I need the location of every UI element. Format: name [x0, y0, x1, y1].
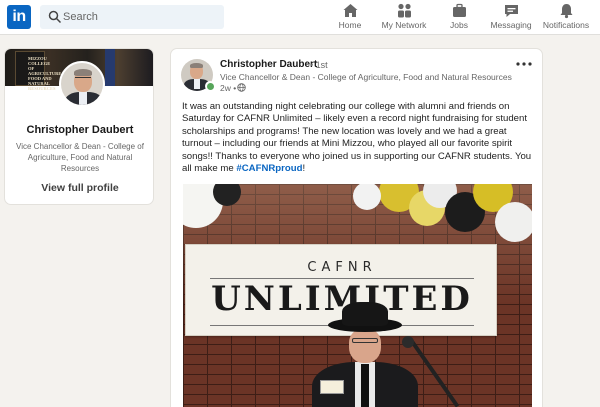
search-icon: [48, 10, 62, 24]
profile-avatar[interactable]: [59, 61, 105, 107]
post-body: It was an outstanding night celebrating …: [182, 101, 534, 175]
nav-notifications[interactable]: Notifications: [540, 2, 592, 33]
post-body-text: It was an outstanding night celebrating …: [182, 101, 532, 175]
hashtag-link[interactable]: #CAFNRproud: [236, 163, 302, 174]
home-icon: [343, 4, 357, 17]
top-nav: in Home My Network Jobs: [0, 0, 600, 35]
post-author-headline: Vice Chancellor & Dean - College of Agri…: [220, 72, 512, 82]
cover-banner-text: MIZZOU COLLEGE OF AGRICULTURE FOOD AND N…: [28, 56, 62, 91]
view-full-profile-link[interactable]: View full profile: [5, 182, 153, 194]
nav-jobs[interactable]: Jobs: [446, 2, 472, 33]
linkedin-logo[interactable]: in: [7, 5, 31, 29]
post-timestamp: 2w •: [220, 83, 237, 93]
profile-card: MIZZOU COLLEGE OF AGRICULTURE FOOD AND N…: [4, 48, 154, 205]
jobs-icon: [452, 3, 466, 17]
cover-flag: [105, 49, 115, 86]
cover-banner: MIZZOU COLLEGE OF AGRICULTURE FOOD AND N…: [15, 51, 61, 91]
post-body-end: !: [302, 163, 306, 175]
nav-my-network-label: My Network: [381, 20, 427, 30]
profile-headline: Vice Chancellor & Dean - College of Agri…: [16, 142, 144, 173]
globe-icon: [237, 83, 246, 92]
banner-cafnr-text: CAFNR: [307, 260, 377, 275]
post-card: Christopher Daubert • 1st Vice Chancello…: [170, 48, 543, 407]
nav-messaging-label: Messaging: [490, 20, 532, 30]
nav-messaging[interactable]: Messaging: [488, 2, 534, 33]
nav-jobs-label: Jobs: [450, 20, 468, 30]
post-photo[interactable]: CAFNR UNLIMITED: [183, 184, 532, 407]
speaker-figure: [298, 302, 468, 407]
balloon: [495, 202, 532, 242]
nav-my-network[interactable]: My Network: [378, 2, 430, 33]
nav-notifications-label: Notifications: [542, 20, 590, 30]
nav-home-label: Home: [338, 20, 362, 30]
microphone: [402, 336, 414, 348]
messaging-icon: [504, 5, 518, 17]
network-icon: [397, 3, 411, 18]
search-input[interactable]: [62, 5, 220, 29]
profile-name[interactable]: Christopher Daubert: [5, 124, 153, 136]
bell-icon: [560, 4, 572, 19]
online-status-icon: [205, 81, 215, 91]
connection-degree: • 1st: [310, 60, 328, 70]
more-options-icon[interactable]: [515, 59, 533, 69]
post-author-name[interactable]: Christopher Daubert: [220, 59, 317, 70]
search-box[interactable]: [40, 5, 224, 29]
nav-home[interactable]: Home: [333, 2, 367, 33]
